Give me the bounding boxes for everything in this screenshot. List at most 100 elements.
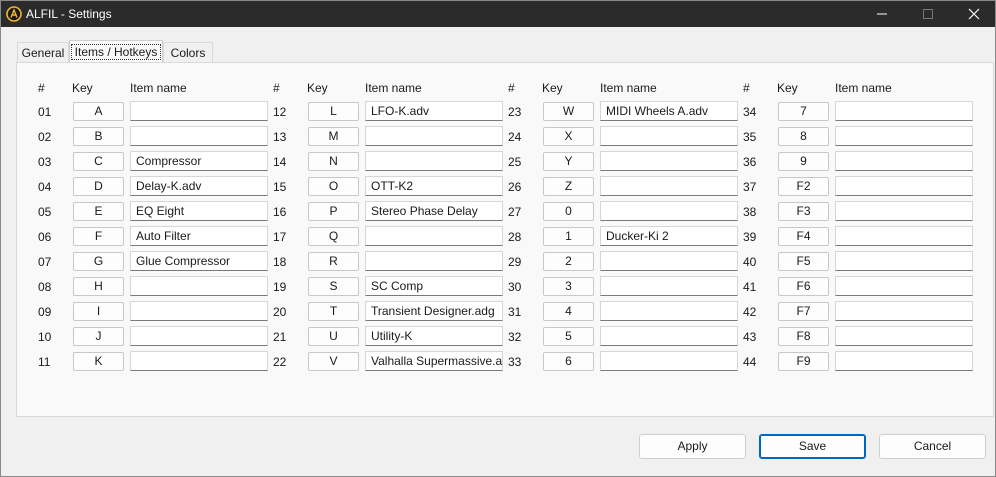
- hotkey-button[interactable]: B: [73, 127, 124, 146]
- hotkey-button[interactable]: R: [308, 252, 359, 271]
- hotkey-button[interactable]: F3: [778, 202, 829, 221]
- item-name-field[interactable]: Transient Designer.adg: [365, 301, 503, 321]
- item-name-field[interactable]: [600, 151, 738, 171]
- hotkey-button[interactable]: Z: [543, 177, 594, 196]
- hotkey-button[interactable]: O: [308, 177, 359, 196]
- item-name-field[interactable]: [365, 126, 503, 146]
- item-name-field[interactable]: [600, 251, 738, 271]
- item-name-field[interactable]: [365, 251, 503, 271]
- item-name-field[interactable]: LFO-K.adv: [365, 101, 503, 121]
- hotkey-button[interactable]: X: [543, 127, 594, 146]
- item-name-field[interactable]: [835, 226, 973, 246]
- save-button[interactable]: Save: [759, 434, 866, 459]
- item-name-field[interactable]: MIDI Wheels A.adv: [600, 101, 738, 121]
- item-name-field[interactable]: [835, 301, 973, 321]
- tab-colors[interactable]: Colors: [163, 42, 213, 62]
- tab-items-hotkeys[interactable]: Items / Hotkeys: [69, 40, 163, 62]
- item-name-field[interactable]: [130, 351, 268, 371]
- item-number: 35: [743, 130, 757, 144]
- hotkey-button[interactable]: C: [73, 152, 124, 171]
- hotkey-button[interactable]: P: [308, 202, 359, 221]
- tab-general[interactable]: General: [17, 42, 69, 62]
- item-name-field[interactable]: EQ Eight: [130, 201, 268, 221]
- hotkey-button[interactable]: E: [73, 202, 124, 221]
- item-name-field[interactable]: [600, 301, 738, 321]
- item-name-field[interactable]: [130, 276, 268, 296]
- item-name-field[interactable]: [835, 126, 973, 146]
- maximize-button[interactable]: [905, 1, 951, 27]
- hotkey-button[interactable]: H: [73, 277, 124, 296]
- item-name-field[interactable]: [835, 101, 973, 121]
- item-name-field[interactable]: [600, 176, 738, 196]
- hotkey-button[interactable]: 7: [778, 102, 829, 121]
- item-name-field[interactable]: [835, 351, 973, 371]
- item-name-field[interactable]: [835, 276, 973, 296]
- hotkey-button[interactable]: F5: [778, 252, 829, 271]
- hotkey-button[interactable]: F7: [778, 302, 829, 321]
- item-name-field[interactable]: [130, 301, 268, 321]
- hotkey-button[interactable]: F6: [778, 277, 829, 296]
- hotkey-button[interactable]: 5: [543, 327, 594, 346]
- hotkey-button[interactable]: F4: [778, 227, 829, 246]
- hotkey-button[interactable]: N: [308, 152, 359, 171]
- hotkey-button[interactable]: 2: [543, 252, 594, 271]
- item-name-field[interactable]: [835, 201, 973, 221]
- hotkey-button[interactable]: J: [73, 327, 124, 346]
- hotkey-button[interactable]: F: [73, 227, 124, 246]
- item-name-field[interactable]: [365, 151, 503, 171]
- item-name-field[interactable]: [835, 326, 973, 346]
- item-name-field[interactable]: [130, 126, 268, 146]
- hotkey-button[interactable]: A: [73, 102, 124, 121]
- item-name-field[interactable]: [835, 251, 973, 271]
- item-name-field[interactable]: [600, 276, 738, 296]
- item-name-field[interactable]: Stereo Phase Delay: [365, 201, 503, 221]
- hotkey-button[interactable]: D: [73, 177, 124, 196]
- hotkey-button[interactable]: 4: [543, 302, 594, 321]
- minimize-button[interactable]: [859, 1, 905, 27]
- hotkey-button[interactable]: T: [308, 302, 359, 321]
- item-name-field[interactable]: [835, 176, 973, 196]
- hotkey-button[interactable]: F2: [778, 177, 829, 196]
- item-name-field[interactable]: [835, 151, 973, 171]
- hotkey-button[interactable]: 3: [543, 277, 594, 296]
- item-name-field[interactable]: [365, 226, 503, 246]
- item-name-field[interactable]: Glue Compressor: [130, 251, 268, 271]
- hotkey-button[interactable]: 9: [778, 152, 829, 171]
- item-name-field[interactable]: [600, 326, 738, 346]
- hotkey-button[interactable]: Q: [308, 227, 359, 246]
- hotkey-button[interactable]: F8: [778, 327, 829, 346]
- item-name-field[interactable]: [600, 201, 738, 221]
- item-number: 27: [508, 205, 522, 219]
- item-name-field[interactable]: SC Comp: [365, 276, 503, 296]
- item-name-field[interactable]: [130, 326, 268, 346]
- hotkey-button[interactable]: F9: [778, 352, 829, 371]
- hotkey-button[interactable]: S: [308, 277, 359, 296]
- item-name-field[interactable]: [600, 126, 738, 146]
- hotkey-button[interactable]: L: [308, 102, 359, 121]
- item-name-field[interactable]: OTT-K2: [365, 176, 503, 196]
- item-name-field[interactable]: Valhalla Supermassive.adv: [365, 351, 503, 371]
- item-name-field[interactable]: Ducker-Ki 2: [600, 226, 738, 246]
- hotkey-button[interactable]: G: [73, 252, 124, 271]
- apply-button[interactable]: Apply: [639, 434, 746, 459]
- hotkey-button[interactable]: K: [73, 352, 124, 371]
- hotkey-button[interactable]: 1: [543, 227, 594, 246]
- hotkey-button[interactable]: U: [308, 327, 359, 346]
- item-name-field[interactable]: Auto Filter: [130, 226, 268, 246]
- hotkey-button[interactable]: W: [543, 102, 594, 121]
- cancel-button[interactable]: Cancel: [879, 434, 986, 459]
- item-name-field[interactable]: Delay-K.adv: [130, 176, 268, 196]
- hotkey-button[interactable]: Y: [543, 152, 594, 171]
- item-name-field[interactable]: [600, 351, 738, 371]
- item-name-field[interactable]: Compressor: [130, 151, 268, 171]
- hotkey-button[interactable]: I: [73, 302, 124, 321]
- hotkey-button[interactable]: M: [308, 127, 359, 146]
- item-name-field[interactable]: [130, 101, 268, 121]
- hotkey-button[interactable]: 6: [543, 352, 594, 371]
- hotkey-button[interactable]: 0: [543, 202, 594, 221]
- close-button[interactable]: [951, 1, 996, 27]
- item-name-field[interactable]: Utility-K: [365, 326, 503, 346]
- hotkey-button[interactable]: 8: [778, 127, 829, 146]
- title-bar[interactable]: ALFIL - Settings: [1, 1, 995, 27]
- hotkey-button[interactable]: V: [308, 352, 359, 371]
